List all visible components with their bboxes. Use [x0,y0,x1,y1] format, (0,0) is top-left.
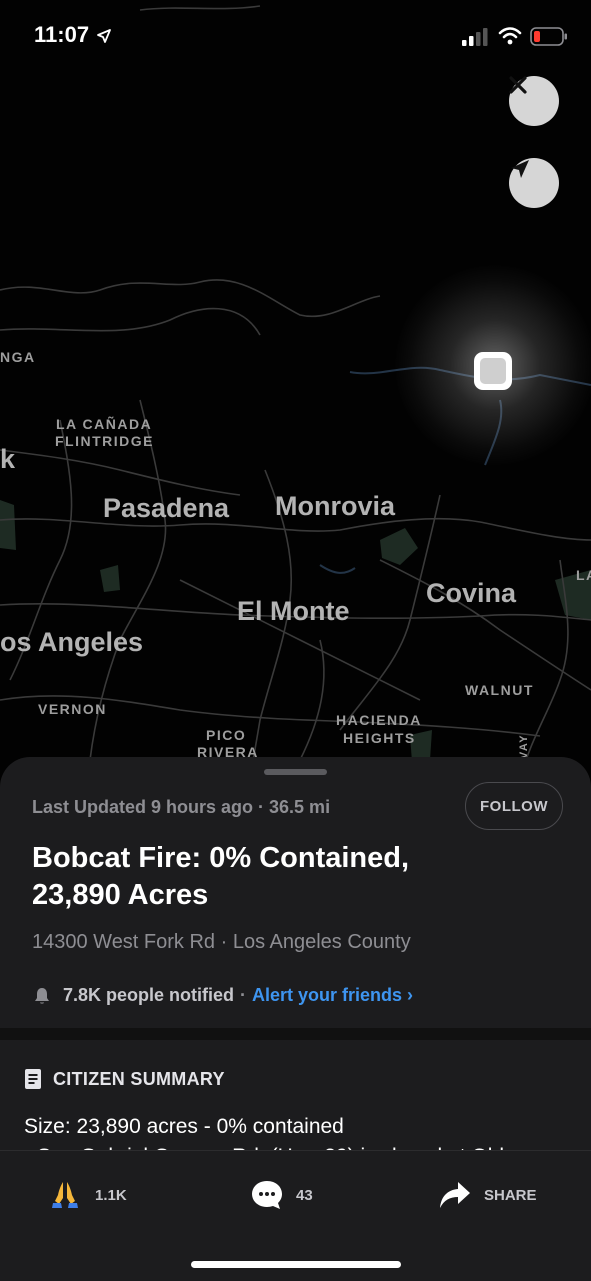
share-button[interactable]: SHARE [438,1179,537,1211]
sheet-drag-handle[interactable] [264,769,327,775]
map-label-la-canada: LA CAÑADA [56,416,153,432]
pray-count: 1.1K [95,1186,127,1204]
incident-title: Bobcat Fire: 0% Contained, 23,890 Acres [32,842,410,911]
map-label-monrovia: Monrovia [275,491,396,521]
alert-friends-link[interactable]: Alert your friends › [252,985,413,1006]
wifi-icon [498,27,522,45]
action-bar: 1.1K 43 SHARE [0,1150,591,1281]
summary-heading: CITIZEN SUMMARY [53,1068,225,1089]
summary-heading-row: CITIZEN SUMMARY [24,1068,225,1090]
map-label-nga: NGA [0,349,36,365]
map-label-el-monte: El Monte [237,596,350,626]
status-time: 11:07 [34,22,90,47]
share-label: SHARE [484,1186,537,1204]
bell-icon [35,987,49,1004]
location-arrow-icon [511,160,529,178]
comment-bubble-icon [252,1181,282,1209]
status-bar: 11:07 [0,0,591,70]
map-label-pico: PICO [206,727,247,743]
map-label-flintridge: FLINTRIDGE [55,433,154,449]
home-indicator [191,1261,401,1268]
map-view[interactable]: NGA LA CAÑADA FLINTRIDGE k Pasadena Monr… [0,0,591,800]
incident-marker[interactable] [474,352,512,390]
share-arrow-icon [440,1182,470,1208]
cellular-signal-icon [462,28,488,46]
comments-button[interactable]: 43 [250,1179,313,1211]
map-label-heights: HEIGHTS [343,730,416,746]
follow-button[interactable]: FOLLOW [465,782,563,830]
map-label-k: k [0,444,16,474]
section-divider [0,1028,591,1040]
praying-hands-icon [52,1182,78,1208]
locate-button[interactable] [509,158,559,208]
document-icon [25,1069,41,1089]
incident-meta: Last Updated 9 hours ago · 36.5 mi [32,797,331,817]
incident-address: 14300 West Fork Rd · Los Angeles County [32,931,411,953]
map-label-covina: Covina [426,578,517,608]
map-label-walnut: WALNUT [465,682,534,698]
summary-line-1: Size: 23,890 acres - 0% contained [24,1115,344,1138]
location-services-icon [97,29,111,43]
notified-count: 7.8K people notified [63,985,235,1005]
map-label-pasadena: Pasadena [103,493,230,523]
close-icon [509,76,527,94]
battery-icon [530,27,567,46]
close-button[interactable] [509,76,559,126]
map-label-los-angeles: os Angeles [0,627,144,657]
citizen-summary[interactable]: CITIZEN SUMMARY Size: 23,890 acres - 0% … [0,1040,591,1168]
comment-count: 43 [296,1186,313,1204]
pray-button[interactable]: 1.1K [50,1179,127,1211]
map-label-highway: VAY [518,733,531,760]
map-label-la: LA [576,567,591,583]
map-label-hacienda: HACIENDA [336,712,422,728]
notified-row: 7.8K people notified · Alert your friend… [32,985,413,1006]
notified-separator: · [240,985,247,1005]
map-label-vernon: VERNON [38,701,107,717]
